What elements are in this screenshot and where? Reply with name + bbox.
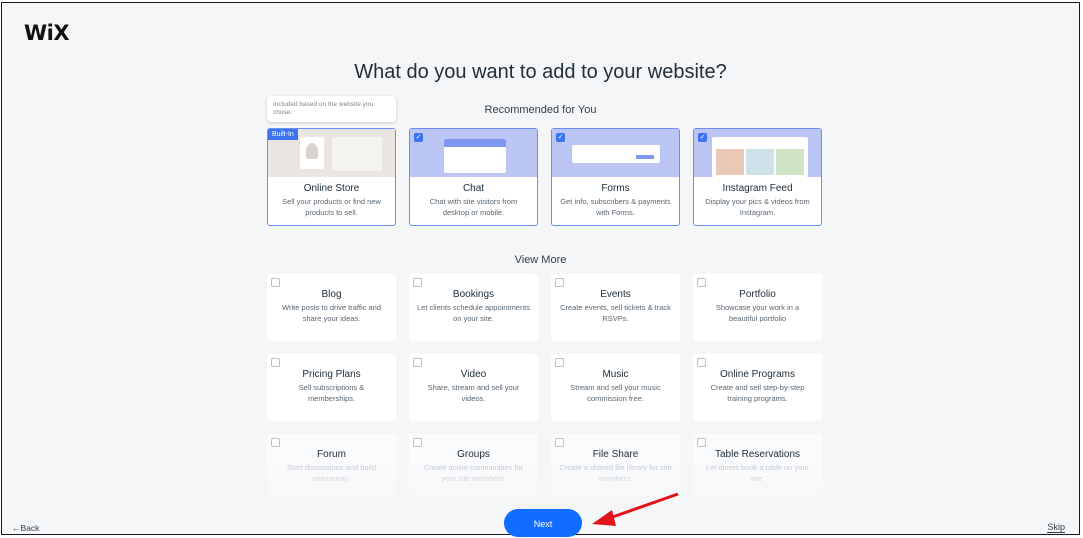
card-online-programs[interactable]: Online Programs Create and sell step-by-… xyxy=(693,354,822,421)
instagram-thumbnail: ✓ xyxy=(694,129,821,177)
checkbox-unchecked-icon[interactable] xyxy=(555,278,564,287)
checkbox-checked-icon[interactable]: ✓ xyxy=(414,133,423,142)
card-title: Events xyxy=(600,289,631,300)
skip-link[interactable]: Skip xyxy=(1047,522,1065,533)
card-events[interactable]: Events Create events, sell tickets & tra… xyxy=(551,274,680,341)
card-music[interactable]: Music Stream and sell your music commiss… xyxy=(551,354,680,421)
page-title: What do you want to add to your website? xyxy=(354,61,727,83)
card-title: Online Store xyxy=(303,183,360,194)
card-description: Stream and sell your music commission fr… xyxy=(570,383,661,404)
card-title: Portfolio xyxy=(739,289,776,300)
card-title: Groups xyxy=(457,449,490,460)
card-online-store[interactable]: Built-In Online Store Sell your products… xyxy=(267,128,396,226)
annotation-arrow-icon xyxy=(592,492,679,526)
view-more-label: View More xyxy=(514,254,567,266)
card-title: Chat xyxy=(462,183,485,194)
wix-logo: WiX xyxy=(24,21,70,45)
checkbox-unchecked-icon[interactable] xyxy=(271,358,280,367)
checkbox-unchecked-icon[interactable] xyxy=(555,358,564,367)
checkbox-checked-icon[interactable]: ✓ xyxy=(556,133,565,142)
card-description: Create a shared file library for site me… xyxy=(559,463,672,484)
checkbox-unchecked-icon[interactable] xyxy=(413,358,422,367)
card-portfolio[interactable]: Portfolio Showcase your work in a beauti… xyxy=(693,274,822,341)
checkbox-unchecked-icon[interactable] xyxy=(413,438,422,447)
card-description: Sell your products or find new products … xyxy=(282,197,381,218)
card-title: Pricing Plans xyxy=(302,369,361,380)
card-instagram-feed[interactable]: ✓ Instagram Feed Display your pics & vid… xyxy=(693,128,822,226)
card-description: Create events, sell tickets & track RSVP… xyxy=(560,303,671,324)
card-title: Video xyxy=(460,369,487,380)
card-description: Create active communities for your site … xyxy=(423,463,524,484)
card-video[interactable]: Video Share, stream and sell your videos… xyxy=(409,354,538,421)
next-button[interactable]: Next xyxy=(504,509,582,537)
card-title: Online Programs xyxy=(719,369,796,380)
card-title: Music xyxy=(602,369,629,380)
card-bookings[interactable]: Bookings Let clients schedule appointmen… xyxy=(409,274,538,341)
card-title: Instagram Feed xyxy=(722,183,793,194)
card-groups[interactable]: Groups Create active communities for you… xyxy=(409,434,538,501)
chat-thumbnail: ✓ xyxy=(410,129,537,177)
card-title: Table Reservations xyxy=(714,449,801,460)
card-chat[interactable]: ✓ Chat Chat with site visitors from desk… xyxy=(409,128,538,226)
card-forms[interactable]: ✓ Forms Get info, subscribers & payments… xyxy=(551,128,680,226)
card-file-share[interactable]: File Share Create a shared file library … xyxy=(551,434,680,501)
card-description: Let diners book a table on your site. xyxy=(706,463,809,484)
checkbox-unchecked-icon[interactable] xyxy=(271,438,280,447)
checkbox-unchecked-icon[interactable] xyxy=(271,278,280,287)
checkbox-unchecked-icon[interactable] xyxy=(697,278,706,287)
card-description: Get info, subscribers & payments with Fo… xyxy=(560,197,671,218)
card-description: Display your pics & videos from Instagra… xyxy=(705,197,810,218)
forms-thumbnail: ✓ xyxy=(552,129,679,177)
card-description: Create and sell step-by-step training pr… xyxy=(710,383,805,404)
card-description: Sell subscriptions & memberships. xyxy=(298,383,365,404)
card-title: Blog xyxy=(321,289,342,300)
online-store-thumbnail: Built-In xyxy=(268,129,395,177)
checkbox-checked-icon[interactable]: ✓ xyxy=(698,133,707,142)
built-in-badge: Built-In xyxy=(268,129,298,140)
card-table-reservations[interactable]: Table Reservations Let diners book a tab… xyxy=(693,434,822,501)
card-title: Bookings xyxy=(452,289,495,300)
checkbox-unchecked-icon[interactable] xyxy=(697,438,706,447)
card-blog[interactable]: Blog Write posts to drive traffic and sh… xyxy=(267,274,396,341)
card-description: Let clients schedule appointments on you… xyxy=(417,303,530,324)
card-title: Forum xyxy=(317,449,346,460)
onboarding-window: WiX What do you want to add to your webs… xyxy=(1,2,1080,535)
back-link[interactable]: ←Back xyxy=(12,523,39,533)
card-description: Write posts to drive traffic and share y… xyxy=(282,303,381,324)
card-title: File Share xyxy=(592,449,639,460)
card-forum[interactable]: Forum Start discussions and build commun… xyxy=(267,434,396,501)
card-description: Share, stream and sell your videos. xyxy=(427,383,520,404)
checkbox-unchecked-icon[interactable] xyxy=(555,438,564,447)
card-description: Chat with site visitors from desktop or … xyxy=(429,197,518,218)
card-pricing-plans[interactable]: Pricing Plans Sell subscriptions & membe… xyxy=(267,354,396,421)
recommended-label: Recommended for You xyxy=(484,104,597,116)
checkbox-unchecked-icon[interactable] xyxy=(413,278,422,287)
card-description: Showcase your work in a beautiful portfo… xyxy=(715,303,800,324)
card-title: Forms xyxy=(601,183,630,194)
card-description: Start discussions and build community. xyxy=(286,463,377,484)
checkbox-unchecked-icon[interactable] xyxy=(697,358,706,367)
